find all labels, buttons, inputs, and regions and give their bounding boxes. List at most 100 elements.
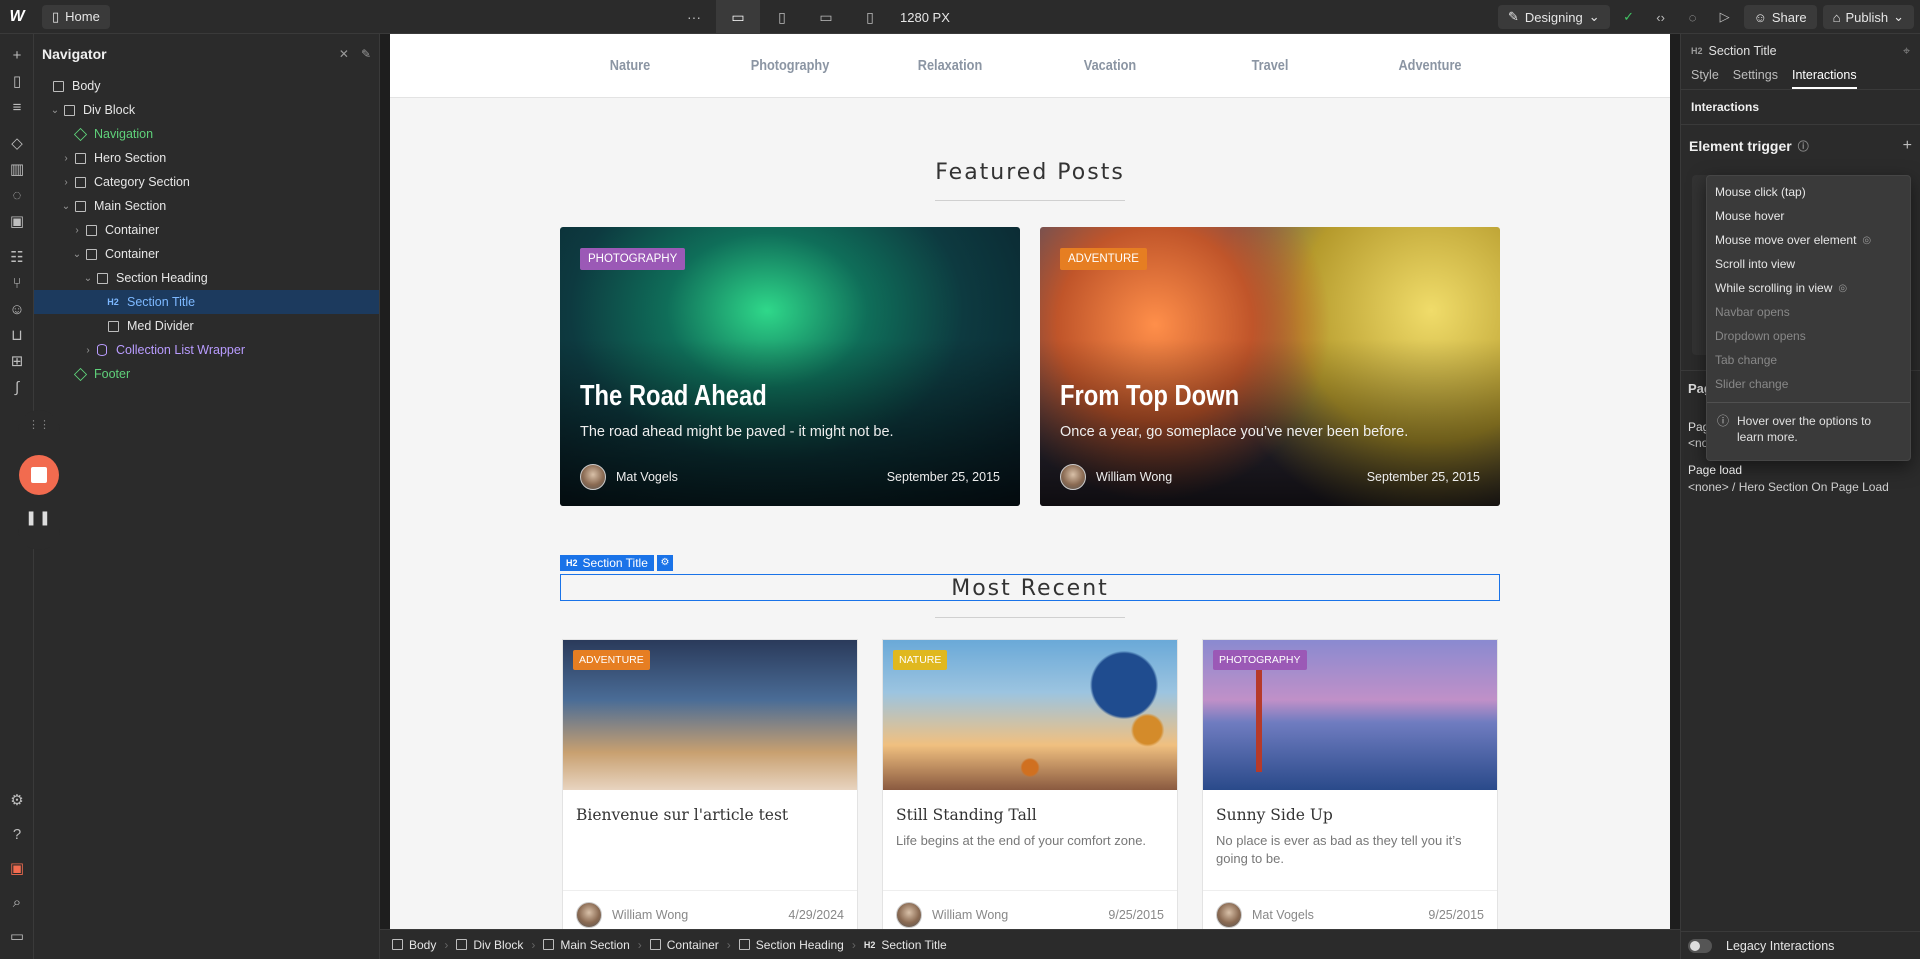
navigator-item[interactable]: Body: [34, 74, 379, 98]
trigger-option[interactable]: Mouse click (tap): [1707, 180, 1910, 204]
tab-settings[interactable]: Settings: [1733, 68, 1778, 89]
pause-button[interactable]: ❚❚: [25, 509, 52, 526]
expand-chevron-icon[interactable]: ›: [71, 225, 83, 236]
pin-icon[interactable]: ✎: [361, 47, 371, 61]
variables-icon[interactable]: ▥: [0, 156, 34, 182]
breadcrumb-item[interactable]: Section Heading: [738, 938, 844, 952]
page-load-trigger[interactable]: Page load <none> / Hero Section On Page …: [1688, 463, 1889, 494]
post-title[interactable]: Sunny Side Up: [1216, 806, 1333, 824]
pin-icon[interactable]: ⌖: [1903, 44, 1910, 59]
add-trigger-button[interactable]: +: [1903, 137, 1912, 155]
breadcrumb-item[interactable]: Body: [392, 938, 436, 952]
expand-chevron-icon[interactable]: ⌄: [60, 201, 72, 212]
status-check-icon[interactable]: ✓: [1616, 5, 1642, 29]
expand-chevron-icon[interactable]: ⌄: [82, 273, 94, 284]
featured-card[interactable]: ADVENTURE From Top Down Once a year, go …: [1040, 227, 1500, 506]
category-tag[interactable]: ADVENTURE: [573, 650, 650, 670]
breadcrumb-item[interactable]: Container: [649, 938, 719, 952]
pages-icon[interactable]: ▯: [0, 68, 34, 94]
collapse-all-icon[interactable]: ✕: [339, 47, 349, 61]
navigator-item[interactable]: Navigation: [34, 122, 379, 146]
cms-icon[interactable]: ☷: [0, 244, 34, 270]
category-tag[interactable]: NATURE: [893, 650, 948, 670]
featured-card[interactable]: PHOTOGRAPHY The Road Ahead The road ahea…: [560, 227, 1020, 506]
navigator-item[interactable]: Med Divider: [34, 314, 379, 338]
post-title[interactable]: Bienvenue sur l'article test: [576, 806, 788, 824]
design-canvas[interactable]: Nature Photography Relaxation Vacation Trave…: [390, 34, 1670, 929]
help-icon[interactable]: ?: [0, 821, 34, 847]
breadcrumb-item[interactable]: Div Block: [456, 938, 523, 952]
ecommerce-icon[interactable]: ⊔: [0, 322, 34, 348]
nav-link[interactable]: Photography: [722, 34, 858, 97]
navigator-item[interactable]: › Category Section: [34, 170, 379, 194]
apps-icon[interactable]: ⊞: [0, 348, 34, 374]
tab-style[interactable]: Style: [1691, 68, 1719, 89]
breadcrumb-item[interactable]: H2 Section Title: [864, 938, 947, 952]
mobile-landscape-breakpoint-icon[interactable]: ▭: [804, 0, 848, 34]
more-breakpoints-button[interactable]: ···: [672, 0, 716, 34]
post-title[interactable]: Still Standing Tall: [896, 806, 1037, 824]
publish-button[interactable]: ⌂ Publish ⌄: [1822, 5, 1914, 29]
expand-chevron-icon[interactable]: ⌄: [49, 105, 61, 116]
featured-title[interactable]: The Road Ahead: [580, 380, 767, 413]
info-icon[interactable]: ⓘ: [1798, 138, 1809, 154]
code-icon[interactable]: ‹›: [1648, 5, 1674, 29]
nav-link[interactable]: Relaxation: [882, 34, 1018, 97]
category-tag[interactable]: PHOTOGRAPHY: [1213, 650, 1307, 670]
page-selector[interactable]: ▯ Home: [42, 4, 110, 29]
settings-gear-icon[interactable]: ⚙: [0, 787, 34, 813]
trigger-option[interactable]: Mouse hover: [1707, 204, 1910, 228]
navigator-item[interactable]: › Collection List Wrapper: [34, 338, 379, 362]
users-icon[interactable]: ☺: [0, 296, 34, 322]
nav-link[interactable]: Vacation: [1042, 34, 1178, 97]
comment-icon[interactable]: ◌: [1680, 5, 1706, 29]
recent-card[interactable]: NATURE Still Standing Tall Life begins a…: [882, 639, 1178, 929]
expand-chevron-icon[interactable]: ⌄: [71, 249, 83, 260]
assets-icon[interactable]: ▣: [0, 208, 34, 234]
share-button[interactable]: ☺ Share: [1743, 5, 1817, 29]
navigator-item[interactable]: ⌄ Main Section: [34, 194, 379, 218]
selected-element-label[interactable]: H2 Section Title: [560, 555, 654, 571]
stop-recording-button[interactable]: [19, 455, 59, 495]
expand-chevron-icon[interactable]: ›: [60, 177, 72, 188]
record-indicator-icon[interactable]: ▣: [0, 855, 34, 881]
navigator-item[interactable]: Footer: [34, 362, 379, 386]
trigger-option[interactable]: While scrolling in view ◎: [1707, 276, 1910, 300]
recent-card[interactable]: ADVENTURE Bienvenue sur l'article test W…: [562, 639, 858, 929]
navigator-item[interactable]: ⌄ Container: [34, 242, 379, 266]
navigator-item[interactable]: H2 Section Title: [34, 290, 379, 314]
expand-chevron-icon[interactable]: ›: [82, 345, 94, 356]
mode-dropdown[interactable]: ✎ Designing ⌄: [1497, 5, 1610, 29]
navigator-item[interactable]: › Hero Section: [34, 146, 379, 170]
recent-card[interactable]: PHOTOGRAPHY Sunny Side Up No place is ev…: [1202, 639, 1498, 929]
navigator-item[interactable]: › Container: [34, 218, 379, 242]
breadcrumb-item[interactable]: Main Section: [543, 938, 630, 952]
drag-handle-icon[interactable]: ⋮⋮: [28, 418, 50, 431]
preview-play-icon[interactable]: ▷: [1712, 5, 1738, 29]
legacy-interactions-toggle[interactable]: [1688, 938, 1712, 953]
components-icon[interactable]: ◇: [0, 130, 34, 156]
desktop-star-breakpoint-icon[interactable]: ▭: [716, 0, 760, 34]
tab-interactions[interactable]: Interactions: [1791, 68, 1857, 89]
trigger-option[interactable]: Mouse move over element ◎: [1707, 228, 1910, 252]
search-icon[interactable]: ⌕: [0, 889, 34, 915]
category-tag[interactable]: ADVENTURE: [1060, 248, 1147, 270]
navigator-item[interactable]: ⌄ Div Block: [34, 98, 379, 122]
element-settings-gear-icon[interactable]: ⚙: [657, 555, 673, 571]
navigator-item[interactable]: ⌄ Section Heading: [34, 266, 379, 290]
add-elements-icon[interactable]: +: [0, 42, 34, 68]
webflow-logo[interactable]: W: [0, 0, 34, 34]
tablet-breakpoint-icon[interactable]: ▯: [760, 0, 804, 34]
logic-icon[interactable]: ⑂: [0, 270, 34, 296]
nav-link[interactable]: Adventure: [1362, 34, 1498, 97]
interactions-icon[interactable]: ∫: [0, 374, 34, 400]
expand-chevron-icon[interactable]: ›: [60, 153, 72, 164]
nav-link[interactable]: Nature: [562, 34, 698, 97]
trigger-option[interactable]: Scroll into view: [1707, 252, 1910, 276]
mobile-portrait-breakpoint-icon[interactable]: ▯: [848, 0, 892, 34]
video-tutorial-icon[interactable]: ▭: [0, 923, 34, 949]
featured-title[interactable]: From Top Down: [1060, 380, 1239, 413]
navigator-icon[interactable]: ≡: [0, 94, 34, 120]
category-tag[interactable]: PHOTOGRAPHY: [580, 248, 686, 270]
nav-link[interactable]: Travel: [1202, 34, 1338, 97]
